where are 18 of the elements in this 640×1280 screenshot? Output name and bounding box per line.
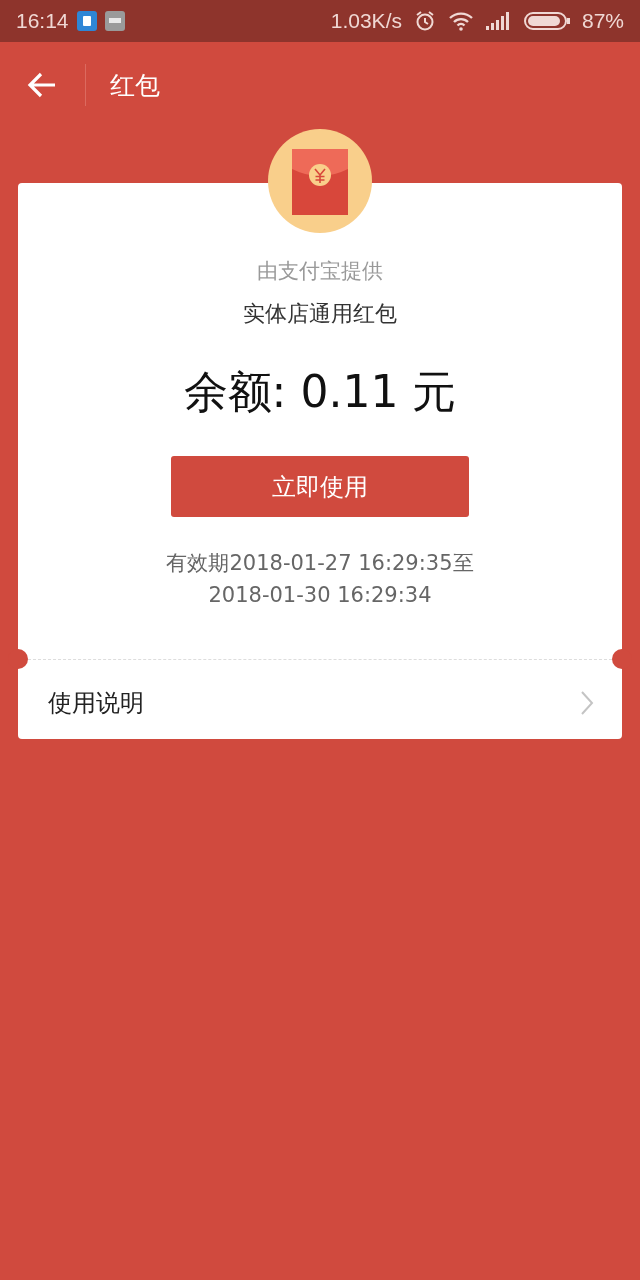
clock: 16:14 [16,9,69,33]
wifi-icon [447,11,474,31]
signal-icon [485,12,512,30]
back-arrow-icon[interactable] [27,72,57,98]
chevron-right-icon [580,690,594,716]
use-now-button[interactable]: 立即使用 [171,456,469,517]
envelope-icon [268,129,372,233]
provider-text: 由支付宝提供 [257,258,383,285]
notification-icon [76,11,97,31]
battery-percentage: 87% [581,9,624,33]
page-title: 红包 [110,69,160,102]
coupon-name: 实体店通用红包 [243,300,397,328]
battery-icon [523,11,570,31]
instructions-row[interactable]: 使用说明 [18,669,622,739]
notification-icon [104,11,125,31]
validity-period: 有效期2018-01-27 16:29:35至 2018-01-30 16:29:34 [165,550,475,609]
network-speed: 1.03K/s [330,9,402,33]
balance-amount: 余额: 0.11 元 [183,365,457,419]
